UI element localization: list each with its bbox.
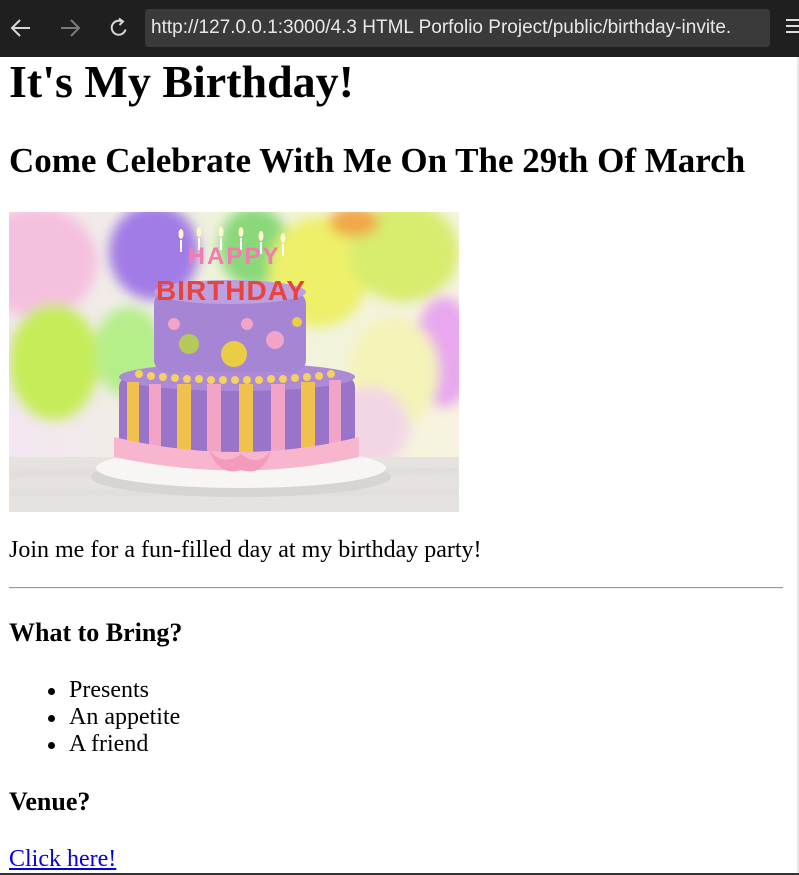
reload-icon[interactable] xyxy=(104,13,134,43)
page-viewport: It's My Birthday! Come Celebrate With Me… xyxy=(0,57,797,873)
section-divider xyxy=(9,587,783,589)
page-title: It's My Birthday! xyxy=(9,57,354,107)
address-bar-url: http://127.0.0.1:3000/4.3 HTML Porfolio … xyxy=(151,17,732,38)
page-subtitle: Come Celebrate With Me On The 29th Of Ma… xyxy=(9,141,746,180)
list-item: An appetite xyxy=(9,704,180,731)
venue-link[interactable]: Click here! xyxy=(9,845,116,873)
cake-topper-birthday: BIRTHDAY xyxy=(156,275,306,306)
list-item: A friend xyxy=(9,731,180,758)
what-to-bring-heading: What to Bring? xyxy=(9,618,183,647)
menu-icon[interactable] xyxy=(784,17,799,39)
back-arrow-icon[interactable] xyxy=(6,13,36,43)
browser-toolbar: http://127.0.0.1:3000/4.3 HTML Porfolio … xyxy=(0,0,799,57)
cake-topper-happy: HAPPY xyxy=(188,243,281,270)
bring-list: Presents An appetite A friend xyxy=(9,677,180,758)
forward-arrow-icon[interactable] xyxy=(55,13,85,43)
list-item: Presents xyxy=(9,677,180,704)
venue-heading: Venue? xyxy=(9,787,91,816)
address-bar[interactable]: http://127.0.0.1:3000/4.3 HTML Porfolio … xyxy=(145,9,770,47)
intro-text: Join me for a fun-filled day at my birth… xyxy=(9,537,482,563)
birthday-cake-image: HAPPY BIRTHDAY xyxy=(9,212,459,512)
